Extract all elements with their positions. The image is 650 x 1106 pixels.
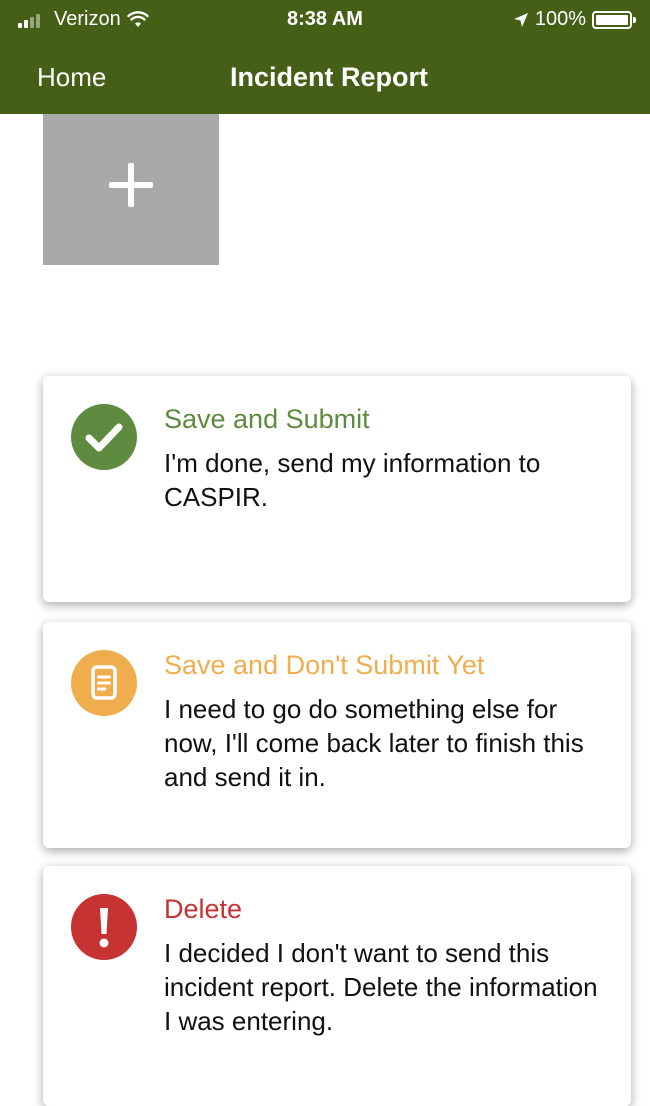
status-right: 100% [513,8,636,31]
battery-cap [633,16,636,23]
battery-fill [596,14,628,25]
plus-icon-vertical [128,163,134,207]
app-header: Verizon 8:38 AM 100% Home Incident Repor… [0,0,650,114]
home-back-button[interactable]: Home [37,62,106,93]
page-title: Incident Report [230,62,429,92]
save-dont-submit-option[interactable]: Save and Don't Submit Yet I need to go d… [43,622,631,848]
battery-icon [592,10,636,29]
add-photo-button[interactable] [43,114,219,265]
save-and-submit-option[interactable]: Save and Submit I'm done, send my inform… [43,376,631,602]
status-bar: Verizon 8:38 AM 100% [0,0,650,40]
delete-option[interactable]: Delete I decided I don't want to send th… [43,866,631,1106]
option-title: Delete [164,894,243,924]
document-icon [71,650,137,716]
checkmark-icon [71,404,137,470]
nav-bar: Home Incident Report [0,40,650,114]
option-title: Save and Submit [164,404,370,434]
option-description: I'm done, send my information to CASPIR. [164,448,541,512]
option-description: I decided I don't want to send this inci… [164,938,598,1036]
location-arrow-icon [513,12,528,27]
option-title: Save and Don't Submit Yet [164,650,485,680]
exclamation-icon [71,894,137,960]
option-description: I need to go do something else for now, … [164,694,584,792]
battery-percent: 100% [534,8,586,30]
